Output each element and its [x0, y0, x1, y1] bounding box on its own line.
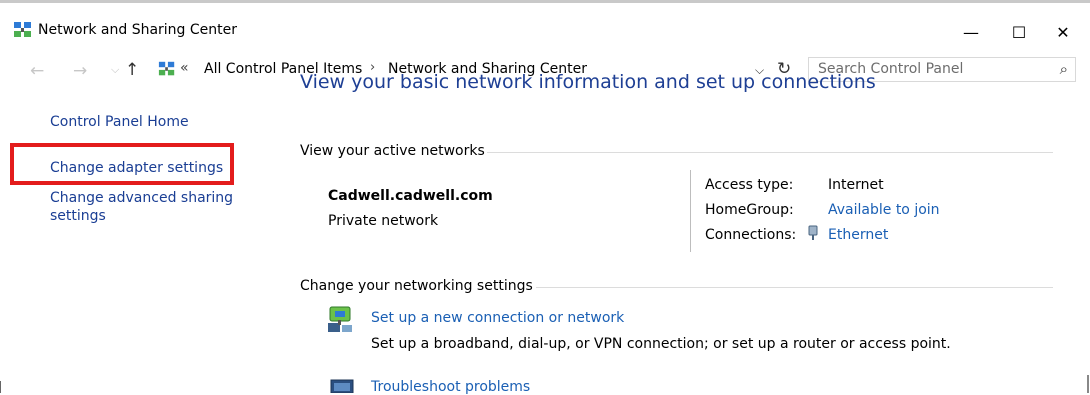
change-settings-section-title: Change your networking settings [300, 278, 533, 294]
up-arrow-icon[interactable]: ↑ [125, 60, 139, 80]
section-divider [536, 287, 1053, 288]
ethernet-icon [808, 225, 818, 240]
troubleshoot-icon [330, 379, 354, 393]
window-title: Network and Sharing Center [38, 22, 238, 38]
setup-new-connection-description: Set up a broadband, dial-up, or VPN conn… [371, 336, 951, 352]
ethernet-link[interactable]: Ethernet [828, 227, 888, 243]
breadcrumb-overflow-chevron-icon[interactable]: « [180, 60, 189, 76]
back-arrow-icon[interactable]: ← [30, 61, 44, 81]
homegroup-link[interactable]: Available to join [828, 202, 940, 218]
change-advanced-sharing-link[interactable]: Change advanced sharing [50, 190, 233, 206]
active-networks-section-title: View your active networks [300, 143, 485, 159]
minimize-button[interactable]: — [948, 13, 994, 51]
network-center-icon [14, 22, 31, 37]
control-panel-home-link[interactable]: Control Panel Home [50, 114, 189, 130]
connections-label: Connections: [705, 227, 797, 243]
recent-locations-chevron-icon[interactable]: ⌵ [111, 63, 119, 77]
setup-new-connection-link[interactable]: Set up a new connection or network [371, 310, 624, 326]
network-center-icon [158, 61, 175, 76]
close-button[interactable]: ✕ [1040, 13, 1086, 51]
search-icon[interactable]: ⌕ [1060, 60, 1068, 78]
scrollbar-edge[interactable] [1087, 375, 1089, 393]
forward-arrow-icon[interactable]: → [73, 61, 87, 81]
maximize-button[interactable]: ☐ [996, 13, 1042, 51]
window-left-edge [0, 381, 1, 393]
change-advanced-sharing-link-line2[interactable]: settings [50, 208, 106, 224]
title-bar: Network and Sharing Center — ☐ ✕ [0, 3, 1090, 55]
access-type-label: Access type: [705, 177, 794, 193]
network-name: Cadwell.cadwell.com [328, 188, 493, 204]
new-connection-icon [328, 306, 352, 332]
section-divider [487, 152, 1053, 153]
vertical-divider [690, 170, 691, 252]
homegroup-label: HomeGroup: [705, 202, 794, 218]
access-type-value: Internet [828, 177, 884, 193]
red-highlight-box [10, 143, 234, 185]
page-heading: View your basic network information and … [300, 71, 876, 93]
network-type-link[interactable]: Private network [328, 213, 438, 229]
